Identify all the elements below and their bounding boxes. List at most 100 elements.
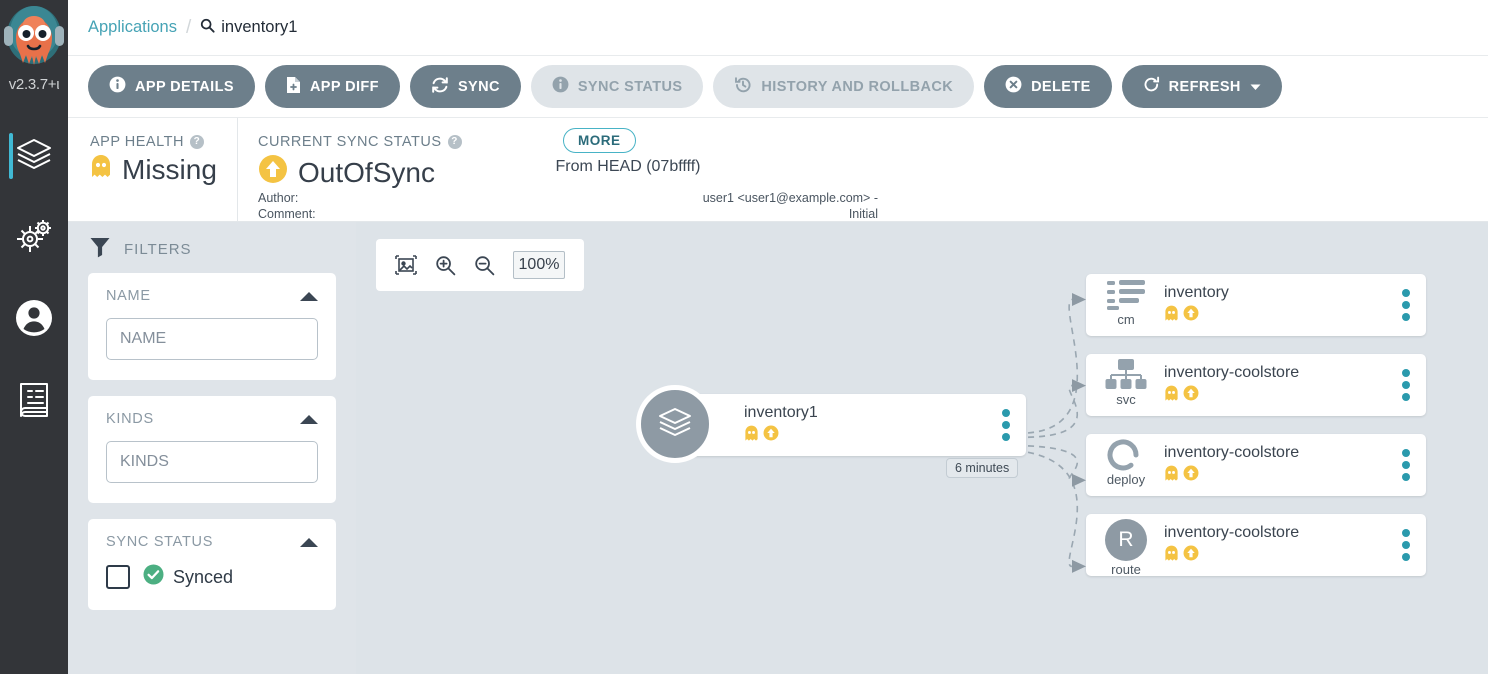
collapse-caret-icon[interactable] bbox=[300, 538, 318, 547]
breadcrumb: Applications / inventory1 bbox=[68, 0, 1488, 56]
more-button[interactable]: MORE bbox=[563, 128, 636, 153]
info-icon bbox=[109, 76, 126, 97]
graph-app-node[interactable]: inventory1 bbox=[666, 394, 1026, 456]
sync-status-title: CURRENT SYNC STATUS bbox=[258, 134, 442, 150]
app-health-value-row: Missing bbox=[90, 154, 237, 186]
filter-section-kinds: KINDS bbox=[88, 396, 336, 503]
zoom-in-icon[interactable] bbox=[435, 255, 456, 276]
sync-label: SYNC bbox=[458, 79, 500, 95]
refresh-button[interactable]: REFRESH bbox=[1122, 65, 1282, 108]
filter-section-kinds-header: KINDS bbox=[106, 411, 318, 427]
app-node-icon-circle bbox=[636, 385, 714, 463]
sidebar-item-user-info[interactable] bbox=[0, 279, 68, 361]
synced-label: Synced bbox=[173, 567, 233, 588]
app-details-button[interactable]: APP DETAILS bbox=[88, 65, 255, 108]
sync-status-button[interactable]: SYNC STATUS bbox=[531, 65, 704, 108]
breadcrumb-applications-link[interactable]: Applications bbox=[88, 18, 177, 37]
ghost-icon bbox=[90, 154, 112, 186]
breadcrumb-current: inventory1 bbox=[200, 18, 297, 38]
history-icon bbox=[734, 76, 752, 98]
configmap-node-icon: cm bbox=[1094, 279, 1158, 327]
sync-status-panel: CURRENT SYNC STATUS ? OutOfSync MORE Fro… bbox=[238, 118, 1488, 221]
page-body: FILTERS NAME KINDS bbox=[68, 222, 1488, 674]
graph-resource-node-deploy[interactable]: deploy inventory-coolstore bbox=[1086, 434, 1426, 496]
app-health-panel: APP HEALTH ? Missing bbox=[68, 118, 238, 221]
zoom-level-input[interactable] bbox=[513, 251, 565, 279]
resource-kind-label: route bbox=[1111, 562, 1141, 577]
resource-node-badges bbox=[1164, 385, 1299, 407]
sync-status-value: OutOfSync bbox=[298, 157, 435, 189]
fit-to-screen-icon[interactable] bbox=[395, 255, 417, 275]
sync-status-label-row: CURRENT SYNC STATUS ? bbox=[258, 134, 1488, 150]
sidebar-item-applications[interactable] bbox=[0, 115, 68, 197]
name-filter-input[interactable] bbox=[106, 318, 318, 360]
sync-icon bbox=[431, 76, 449, 98]
resource-node-name: inventory-coolstore bbox=[1164, 523, 1299, 542]
graph-resource-node-cm[interactable]: cm inventory bbox=[1086, 274, 1426, 336]
app-node-menu-icon[interactable] bbox=[1002, 409, 1010, 441]
app-diff-button[interactable]: APP DIFF bbox=[265, 65, 400, 108]
nav-item-list bbox=[0, 115, 68, 443]
resource-node-badges bbox=[1164, 465, 1299, 487]
collapse-caret-icon[interactable] bbox=[300, 292, 318, 301]
gears-icon bbox=[14, 217, 54, 260]
breadcrumb-separator: / bbox=[186, 17, 191, 39]
kinds-filter-input[interactable] bbox=[106, 441, 318, 483]
commit-metadata-values: user1 <user1@example.com> - Initial bbox=[448, 190, 878, 222]
app-node-time-badge: 6 minutes bbox=[946, 458, 1018, 478]
filter-option-synced[interactable]: Synced bbox=[106, 564, 318, 590]
resource-node-name: inventory-coolstore bbox=[1164, 443, 1299, 462]
ghost-icon bbox=[1164, 385, 1179, 407]
delete-button[interactable]: DELETE bbox=[984, 65, 1112, 108]
user-icon bbox=[14, 298, 54, 343]
resource-node-menu-icon[interactable] bbox=[1402, 449, 1410, 481]
history-rollback-button[interactable]: HISTORY AND ROLLBACK bbox=[713, 65, 974, 108]
resource-node-text: inventory-coolstore bbox=[1164, 443, 1299, 487]
comment-value: Initial bbox=[448, 206, 878, 222]
main-content: Applications / inventory1 APP DETAILS bbox=[68, 0, 1488, 674]
graph-toolbar bbox=[376, 239, 584, 291]
synced-checkbox[interactable] bbox=[106, 565, 130, 589]
resource-node-menu-icon[interactable] bbox=[1402, 289, 1410, 321]
argo-logo[interactable] bbox=[3, 2, 65, 80]
resource-node-menu-icon[interactable] bbox=[1402, 529, 1410, 561]
breadcrumb-current-label: inventory1 bbox=[221, 18, 297, 37]
sidebar-item-documentation[interactable] bbox=[0, 361, 68, 443]
app-health-label: APP HEALTH bbox=[90, 134, 184, 150]
sync-button[interactable]: SYNC bbox=[410, 65, 521, 108]
help-icon[interactable]: ? bbox=[190, 135, 204, 149]
filters-header: FILTERS bbox=[88, 222, 336, 273]
left-nav-bar: v2.3.7+ι bbox=[0, 0, 68, 674]
arrow-up-circle-icon bbox=[1183, 465, 1199, 487]
synced-option: Synced bbox=[143, 564, 233, 590]
service-node-icon: svc bbox=[1094, 359, 1158, 407]
graph-resource-node-route[interactable]: R route inventory-coolstore bbox=[1086, 514, 1426, 576]
ghost-icon bbox=[744, 425, 759, 447]
zoom-out-icon[interactable] bbox=[474, 255, 495, 276]
author-value: user1 <user1@example.com> - bbox=[448, 190, 878, 206]
ghost-icon bbox=[1164, 545, 1179, 567]
graph-resource-node-svc[interactable]: svc inventory-coolstore bbox=[1086, 354, 1426, 416]
delete-icon bbox=[1005, 76, 1022, 97]
app-node-name: inventory1 bbox=[744, 403, 818, 422]
app-details-label: APP DETAILS bbox=[135, 79, 234, 95]
refresh-label: REFRESH bbox=[1169, 79, 1241, 95]
comment-key: Comment: bbox=[258, 206, 448, 222]
commit-metadata-keys: Author: Comment: bbox=[238, 190, 448, 222]
filter-section-sync-status-header: SYNC STATUS bbox=[106, 534, 318, 550]
filter-section-name-header: NAME bbox=[106, 288, 318, 304]
resource-graph[interactable]: inventory1 6 minu bbox=[356, 222, 1488, 674]
graph-canvas: inventory1 6 minu bbox=[356, 222, 1488, 674]
resource-node-name: inventory-coolstore bbox=[1164, 363, 1299, 382]
help-icon[interactable]: ? bbox=[448, 135, 462, 149]
route-letter: R bbox=[1105, 519, 1147, 561]
check-circle-icon bbox=[143, 564, 164, 590]
filter-kinds-title: KINDS bbox=[106, 411, 154, 427]
ghost-icon bbox=[1164, 465, 1179, 487]
collapse-caret-icon[interactable] bbox=[300, 415, 318, 424]
search-icon bbox=[200, 18, 215, 38]
filter-section-sync-status: SYNC STATUS Synced bbox=[88, 519, 336, 610]
resource-node-menu-icon[interactable] bbox=[1402, 369, 1410, 401]
sidebar-item-settings[interactable] bbox=[0, 197, 68, 279]
arrow-up-circle-icon bbox=[1183, 385, 1199, 407]
